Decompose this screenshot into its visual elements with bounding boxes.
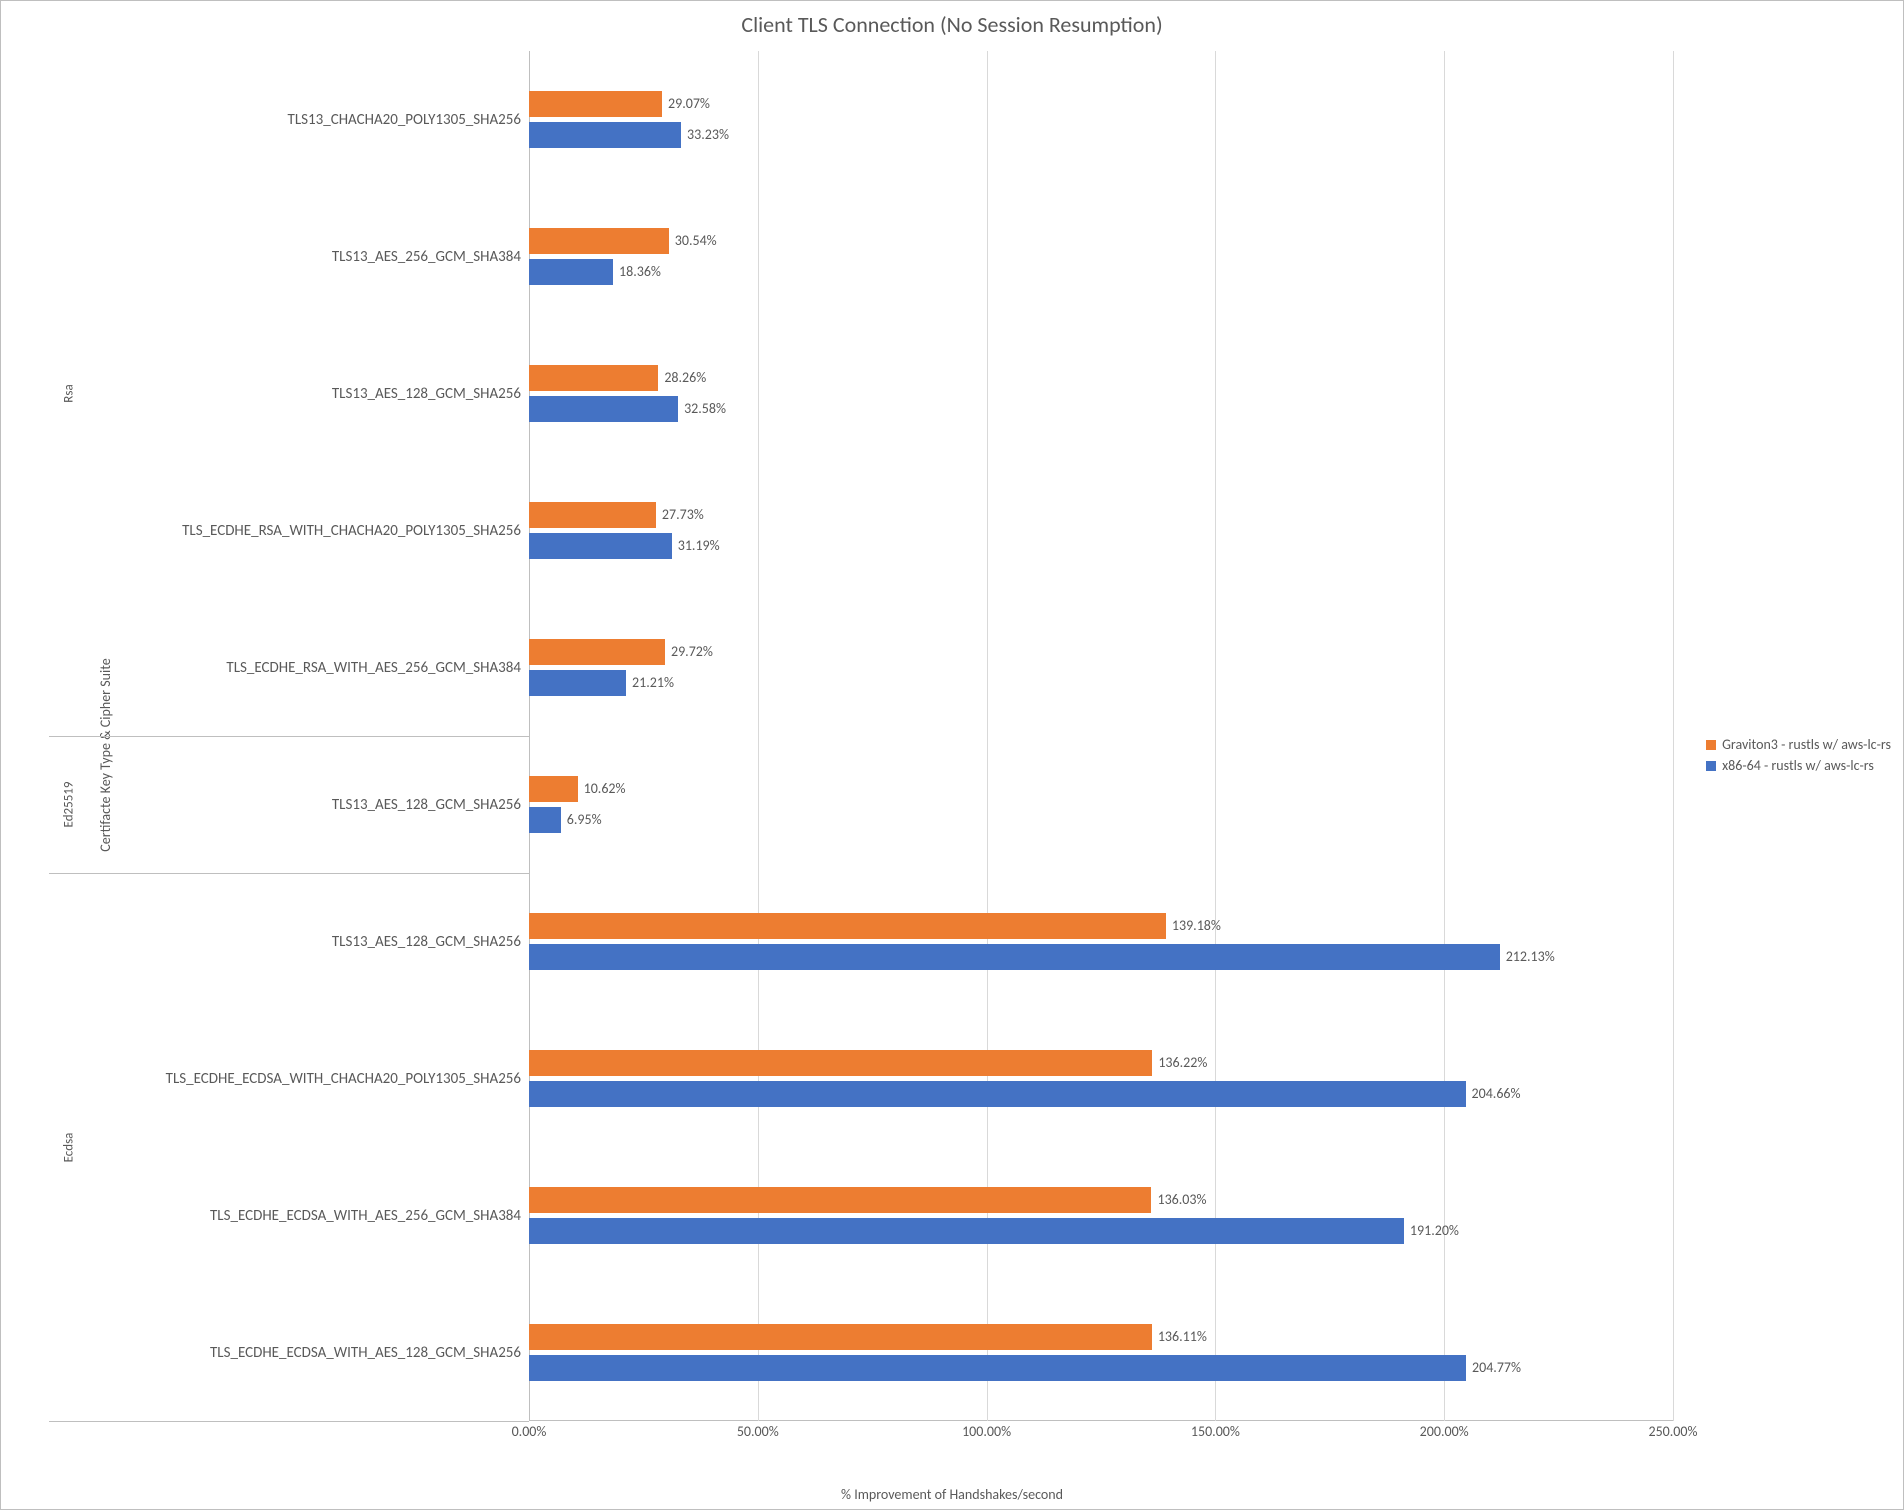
gridline xyxy=(529,51,530,1421)
bar-value-label: 33.23% xyxy=(681,122,729,148)
cipher-label: TLS_ECDHE_ECDSA_WITH_AES_256_GCM_SHA384 xyxy=(89,1147,521,1284)
x-tick-row: 0.00%50.00%100.00%150.00%200.00%250.00% xyxy=(529,1421,1673,1449)
bar-value-label: 139.18% xyxy=(1166,913,1221,939)
bar-graviton xyxy=(529,776,578,802)
cipher-label: TLS_ECDHE_RSA_WITH_AES_256_GCM_SHA384 xyxy=(89,599,521,736)
bar-graviton xyxy=(529,91,662,117)
bar-value-label: 136.22% xyxy=(1152,1050,1207,1076)
bar-graviton xyxy=(529,1050,1152,1076)
gridline xyxy=(758,51,759,1421)
plot-area: RsaEd25519Ecdsa TLS13_CHACHA20_POLY1305_… xyxy=(49,51,1673,1421)
bar-x86 xyxy=(529,396,678,422)
legend-item-x86: x86-64 - rustls w/ aws-lc-rs xyxy=(1706,757,1891,774)
gridline xyxy=(1215,51,1216,1421)
bar-value-label: 21.21% xyxy=(626,670,674,696)
bar-value-label: 29.72% xyxy=(665,639,713,665)
bar-value-label: 29.07% xyxy=(662,91,710,117)
cipher-label: TLS13_CHACHA20_POLY1305_SHA256 xyxy=(89,51,521,188)
legend-label-x86: x86-64 - rustls w/ aws-lc-rs xyxy=(1722,757,1874,774)
legend-swatch-graviton xyxy=(1706,740,1716,750)
gridline xyxy=(987,51,988,1421)
x-tick-label: 100.00% xyxy=(962,1423,1011,1440)
bar-x86 xyxy=(529,533,672,559)
bar-graviton xyxy=(529,502,656,528)
group-separator xyxy=(49,736,529,737)
bar-value-label: 30.54% xyxy=(669,228,717,254)
cipher-label: TLS_ECDHE_ECDSA_WITH_CHACHA20_POLY1305_S… xyxy=(89,1010,521,1147)
legend-swatch-x86 xyxy=(1706,761,1716,771)
legend-label-graviton: Graviton3 - rustls w/ aws-lc-rs xyxy=(1722,736,1891,753)
bar-value-label: 191.20% xyxy=(1404,1218,1459,1244)
x-tick-label: 50.00% xyxy=(737,1423,779,1440)
bar-value-label: 6.95% xyxy=(561,807,602,833)
bars-area: 29.07% 33.23% 30.54% 18.36% 28.26% 32.58% 27.7… xyxy=(529,51,1673,1421)
bar-value-label: 136.11% xyxy=(1152,1324,1207,1350)
bar-x86 xyxy=(529,670,626,696)
axis-bottom-separator xyxy=(49,1421,529,1422)
cipher-label: TLS13_AES_128_GCM_SHA256 xyxy=(89,736,521,873)
bar-graviton xyxy=(529,1324,1152,1350)
bar-x86 xyxy=(529,1355,1466,1381)
bar-graviton xyxy=(529,639,665,665)
bar-x86 xyxy=(529,807,561,833)
bar-value-label: 136.03% xyxy=(1151,1187,1206,1213)
bar-x86 xyxy=(529,259,613,285)
group-separator xyxy=(49,873,529,874)
chart-title: Client TLS Connection (No Session Resump… xyxy=(1,11,1903,38)
bar-value-label: 27.73% xyxy=(656,502,704,528)
cipher-label: TLS13_AES_128_GCM_SHA256 xyxy=(89,325,521,462)
bar-graviton xyxy=(529,1187,1151,1213)
x-tick-label: 150.00% xyxy=(1191,1423,1240,1440)
bar-value-label: 204.66% xyxy=(1466,1081,1521,1107)
cipher-label: TLS13_AES_128_GCM_SHA256 xyxy=(89,873,521,1010)
bar-value-label: 212.13% xyxy=(1500,944,1555,970)
bar-x86 xyxy=(529,1081,1466,1107)
group-label: Ecdsa xyxy=(49,873,89,1421)
group-label: Ed25519 xyxy=(49,736,89,873)
cipher-label: TLS13_AES_256_GCM_SHA384 xyxy=(89,188,521,325)
bar-value-label: 204.77% xyxy=(1466,1355,1521,1381)
bar-graviton xyxy=(529,228,669,254)
gridline xyxy=(1673,51,1674,1421)
bar-x86 xyxy=(529,944,1500,970)
bar-value-label: 28.26% xyxy=(658,365,706,391)
group-label: Rsa xyxy=(49,51,89,736)
bar-value-label: 32.58% xyxy=(678,396,726,422)
bar-value-label: 31.19% xyxy=(672,533,720,559)
cipher-label: TLS_ECDHE_RSA_WITH_CHACHA20_POLY1305_SHA… xyxy=(89,462,521,599)
x-tick-label: 0.00% xyxy=(512,1423,547,1440)
chart-frame: Client TLS Connection (No Session Resump… xyxy=(0,0,1904,1510)
gridline xyxy=(1444,51,1445,1421)
bar-value-label: 10.62% xyxy=(578,776,626,802)
x-tick-label: 250.00% xyxy=(1648,1423,1697,1440)
plot-area-wrap: RsaEd25519Ecdsa TLS13_CHACHA20_POLY1305_… xyxy=(49,51,1673,1449)
bar-value-label: 18.36% xyxy=(613,259,661,285)
x-tick-label: 200.00% xyxy=(1420,1423,1469,1440)
bar-x86 xyxy=(529,1218,1404,1244)
bar-x86 xyxy=(529,122,681,148)
bar-graviton xyxy=(529,365,658,391)
x-axis-title: % Improvement of Handshakes/second xyxy=(1,1486,1903,1503)
bar-graviton xyxy=(529,913,1166,939)
cipher-label: TLS_ECDHE_ECDSA_WITH_AES_128_GCM_SHA256 xyxy=(89,1284,521,1421)
legend: Graviton3 - rustls w/ aws-lc-rs x86-64 -… xyxy=(1706,732,1891,778)
legend-item-graviton: Graviton3 - rustls w/ aws-lc-rs xyxy=(1706,736,1891,753)
